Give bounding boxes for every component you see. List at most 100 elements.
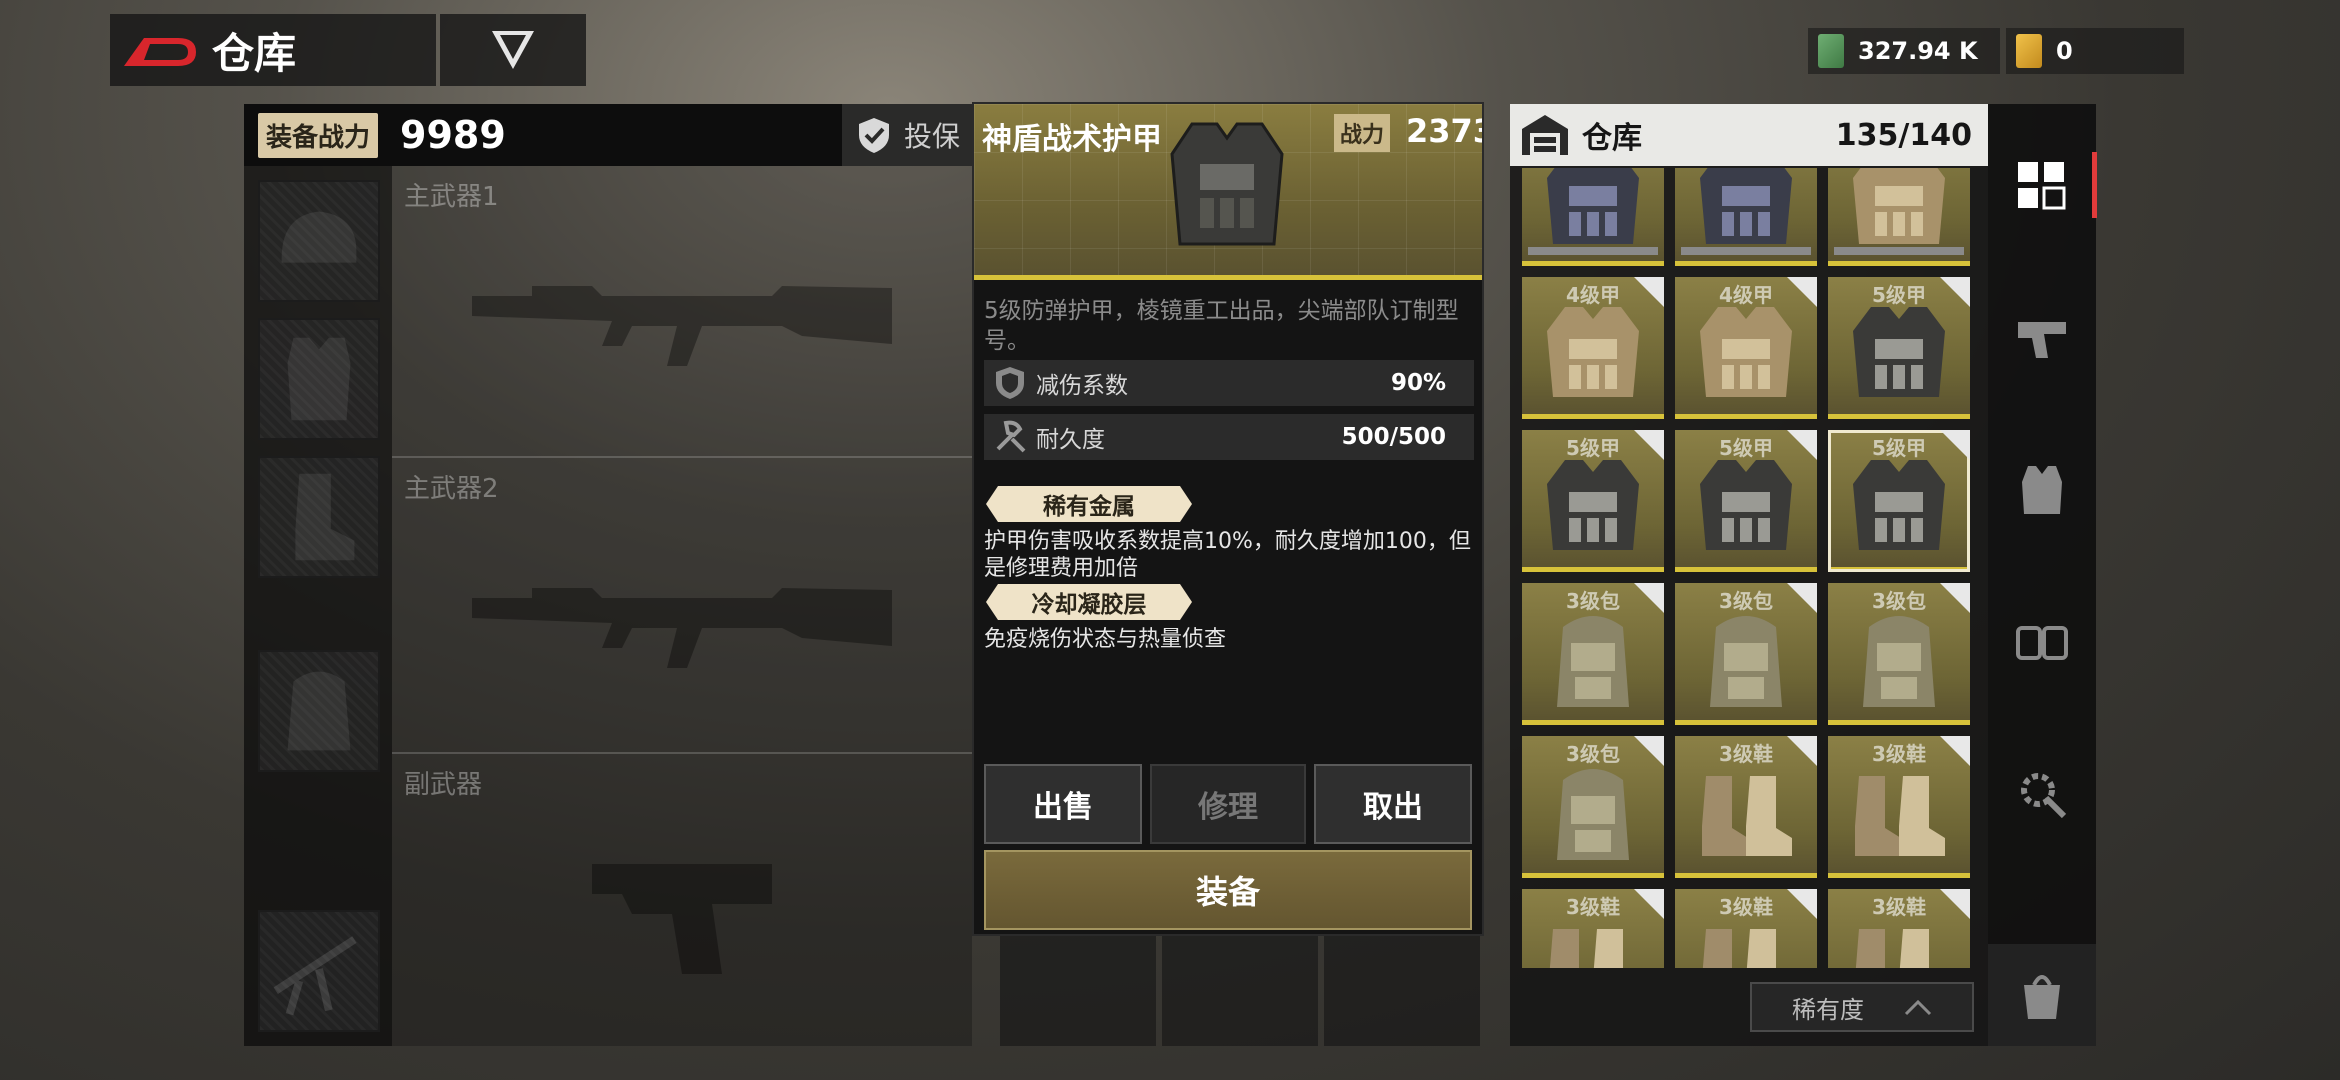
trait-description: 免疫烧伤状态与热量侦查 xyxy=(984,627,1227,652)
vest-icon xyxy=(2022,466,2062,514)
stat-damage-reduction: 减伤系数 90% xyxy=(984,360,1474,406)
warehouse-item[interactable]: 5级甲 xyxy=(1828,277,1970,419)
power-tag: 装备战力 xyxy=(258,112,379,158)
armor-vest-icon xyxy=(1170,122,1284,246)
armor-grey-icon xyxy=(1853,460,1945,550)
backpack-icon xyxy=(1710,616,1782,707)
trait-description: 护甲伤害吸收系数提高10%，耐久度增加100，但是修理费用加倍 xyxy=(984,529,1471,581)
rifle-silhouette-icon xyxy=(472,286,892,366)
item-corner-tag xyxy=(1634,583,1664,613)
item-corner-tag xyxy=(1940,736,1970,766)
durability-bar xyxy=(1681,247,1811,255)
helmet-slot[interactable] xyxy=(258,180,380,302)
sell-button[interactable]: 出售 xyxy=(984,764,1142,844)
item-corner-tag xyxy=(1787,736,1817,766)
ticket-counter: 0 xyxy=(2006,28,2184,74)
item-corner-tag xyxy=(1940,889,1970,919)
grid-icon xyxy=(2018,162,2066,210)
primary-weapon-2-slot[interactable]: 主武器2 xyxy=(392,458,972,752)
warehouse-title-bar: 仓库 xyxy=(110,14,436,86)
warehouse-item[interactable]: 3级包 xyxy=(1828,583,1970,725)
menu-dropdown-button[interactable] xyxy=(440,14,586,86)
warehouse-item[interactable]: 3级鞋 xyxy=(1675,889,1817,968)
pistol-silhouette-icon xyxy=(592,864,772,974)
boots-icon xyxy=(1855,776,1945,856)
repair-button[interactable]: 修理 xyxy=(1150,764,1306,844)
wrench-icon xyxy=(996,420,1026,453)
armor-tan-icon xyxy=(1853,168,1945,244)
trait-badge: 稀有金属 xyxy=(986,486,1192,522)
warehouse-item[interactable]: 3级包 xyxy=(1522,583,1664,725)
ticket-value: 0 xyxy=(2056,37,2073,65)
page-title: 仓库 xyxy=(212,28,297,78)
warehouse-item[interactable]: 5级甲 xyxy=(1522,430,1664,572)
cash-value: 327.94 K xyxy=(1858,37,1978,65)
boots-slot[interactable] xyxy=(258,456,380,578)
armor-tan-icon xyxy=(1547,307,1639,397)
stat-durability: 耐久度 500/500 xyxy=(984,414,1474,460)
warehouse-item[interactable] xyxy=(1675,168,1817,266)
primary-weapon-1-slot[interactable]: 主武器1 xyxy=(392,166,972,456)
backpack-slot[interactable] xyxy=(258,650,380,772)
vest-icon xyxy=(287,337,351,421)
category-parts[interactable] xyxy=(1988,744,2096,844)
warehouse-capacity: 135/140 xyxy=(1835,117,1972,153)
equip-button[interactable]: 装备 xyxy=(984,850,1472,930)
warehouse-item[interactable]: 3级鞋 xyxy=(1675,736,1817,878)
shield-icon xyxy=(996,367,1024,399)
armor-grey-icon xyxy=(1547,460,1639,550)
game-logo-icon xyxy=(124,38,196,66)
warehouse-item[interactable]: 3级鞋 xyxy=(1828,736,1970,878)
warehouse-item[interactable]: 3级鞋 xyxy=(1828,889,1970,968)
armor-dark-icon xyxy=(1547,168,1639,244)
category-misc[interactable] xyxy=(1988,944,2096,1046)
item-corner-tag xyxy=(1634,889,1664,919)
warehouse-item[interactable] xyxy=(1522,168,1664,266)
item-corner-tag xyxy=(1787,430,1817,460)
category-armor[interactable] xyxy=(1988,440,2096,540)
warehouse-item[interactable]: 3级包 xyxy=(1522,736,1664,878)
melee-slot[interactable] xyxy=(258,910,380,1032)
sort-rarity-dropdown[interactable]: 稀有度 xyxy=(1750,982,1974,1032)
durability-bar xyxy=(1834,247,1964,255)
stat-value: 90% xyxy=(1390,370,1446,396)
item-corner-tag xyxy=(1634,736,1664,766)
warehouse-item[interactable]: 4级甲 xyxy=(1522,277,1664,419)
tripod-weapon-icon xyxy=(273,936,357,1016)
armor-slot[interactable] xyxy=(258,318,380,440)
backpack-icon xyxy=(1863,616,1935,707)
warehouse-item[interactable]: 5级甲 xyxy=(1675,430,1817,572)
warehouse-item[interactable]: 3级鞋 xyxy=(1522,889,1664,968)
secondary-weapon-slot[interactable]: 副武器 xyxy=(392,754,972,1046)
item-power-tag: 战力 xyxy=(1334,114,1391,152)
warehouse-item[interactable]: 3级包 xyxy=(1675,583,1817,725)
category-weapons[interactable] xyxy=(1988,288,2096,388)
weapon-slot-label: 主武器2 xyxy=(404,474,499,504)
warehouse-icon xyxy=(1522,115,1568,155)
backpack-icon xyxy=(1557,616,1629,707)
take-out-button[interactable]: 取出 xyxy=(1314,764,1472,844)
warehouse-item[interactable]: 5级甲 xyxy=(1828,430,1970,572)
helmet-icon xyxy=(281,211,357,263)
armor-dark-icon xyxy=(1700,168,1792,244)
item-corner-tag xyxy=(1787,889,1817,919)
warehouse-header: 仓库 135/140 xyxy=(1510,104,1988,166)
boots-icon xyxy=(1702,776,1792,856)
armor-grey-icon xyxy=(1700,460,1792,550)
gear-wrench-icon xyxy=(2021,773,2067,819)
durability-bar xyxy=(1528,247,1658,255)
warehouse-item[interactable] xyxy=(1828,168,1970,266)
insure-button[interactable]: 投保 xyxy=(842,104,972,166)
category-all[interactable] xyxy=(1988,136,2096,236)
item-detail-header: 神盾战术护甲 战力 2373 xyxy=(974,104,1482,280)
item-name: 神盾战术护甲 xyxy=(982,122,1162,157)
sort-label: 稀有度 xyxy=(1792,995,1864,1024)
weapon-slot-label: 主武器1 xyxy=(404,182,499,212)
item-detail-popup: 神盾战术护甲 战力 2373 5级防弹护甲，棱镜重工出品，尖端部队订制型号。 减… xyxy=(972,102,1484,936)
cash-icon xyxy=(1818,34,1844,68)
pistol-icon xyxy=(2018,322,2066,358)
category-ammo[interactable] xyxy=(1988,592,2096,692)
warehouse-item[interactable]: 4级甲 xyxy=(1675,277,1817,419)
ticket-icon xyxy=(2016,34,2042,68)
backpack-icon xyxy=(287,671,351,751)
